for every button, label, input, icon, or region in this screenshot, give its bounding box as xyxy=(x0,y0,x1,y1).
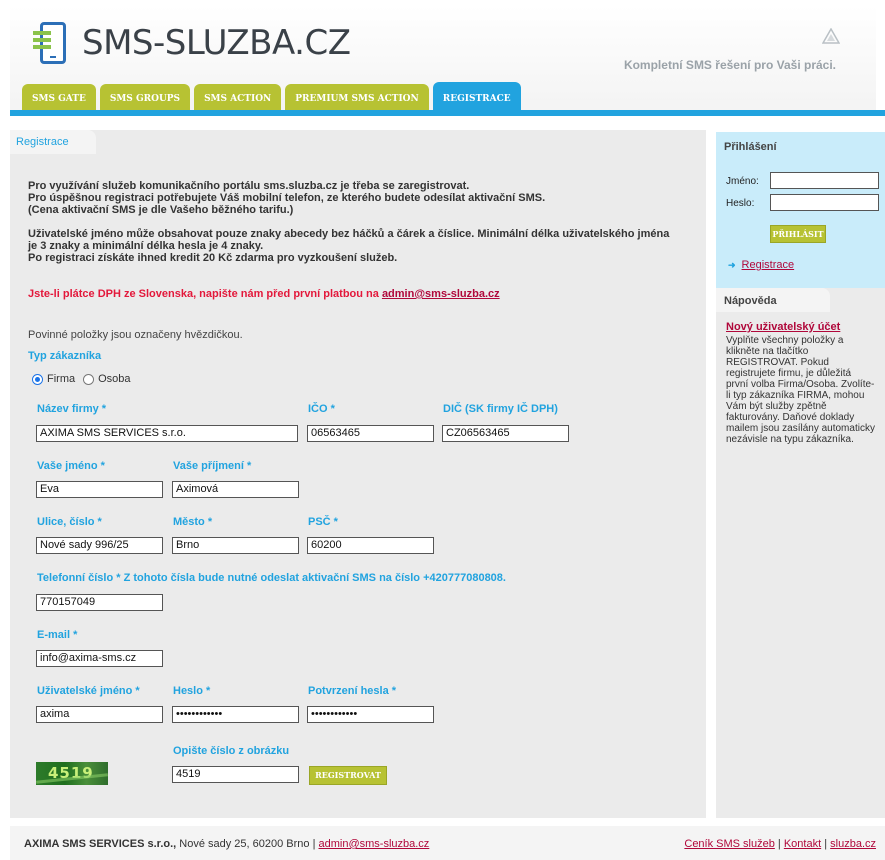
phone-icon xyxy=(33,22,66,64)
login-button[interactable]: PŘIHLÁSIT xyxy=(770,225,826,243)
footer-separator-1: | xyxy=(774,838,784,850)
password-confirm-label: Potvrzení hesla * xyxy=(308,685,397,697)
radio-osoba[interactable] xyxy=(83,373,95,385)
login-box: Přihlášení Jméno: Heslo: PŘIHLÁSIT ➜ Regi… xyxy=(716,132,885,288)
footer-link-contact[interactable]: Kontakt xyxy=(784,838,821,850)
radio-firma[interactable] xyxy=(32,373,43,385)
intro-line-1: Pro využívání služeb komunikačního portá… xyxy=(28,180,470,192)
footer-address: Nové sady 25, 60200 Brno | xyxy=(176,838,319,850)
intro-line-4: Uživatelské jméno může obsahovat pouze z… xyxy=(28,228,670,252)
intro-text: Pro využívání služeb komunikačního portá… xyxy=(28,180,678,276)
footer: AXIMA SMS SERVICES s.r.o., Nové sady 25,… xyxy=(10,826,885,860)
customer-type-radios: Firma Osoba xyxy=(32,373,131,385)
city-input[interactable]: Brno xyxy=(172,537,299,554)
zip-label: PSČ * xyxy=(308,516,338,528)
site-header: SMS-SLUZBA.CZ Kompletní SMS řešení pro V… xyxy=(10,6,876,114)
zip-input[interactable]: 60200 xyxy=(307,537,434,554)
required-note: Povinné položky jsou označeny hvězdičkou… xyxy=(28,329,243,341)
ico-input[interactable]: 06563465 xyxy=(307,425,434,442)
ico-label: IČO * xyxy=(308,403,335,415)
captcha-input[interactable]: 4519 xyxy=(172,766,299,783)
radio-osoba-label: Osoba xyxy=(98,373,131,385)
password-confirm-input[interactable]: •••••••••••• xyxy=(307,706,434,723)
name-input[interactable]: Eva xyxy=(36,481,163,498)
captcha-label: Opište číslo z obrázku xyxy=(173,745,290,757)
help-text: Vyplňte všechny položky a klikněte na tl… xyxy=(726,335,875,445)
password-input[interactable]: •••••••••••• xyxy=(172,706,299,723)
logo-text: SMS-SLUZBA.CZ xyxy=(82,23,351,63)
customer-type-title: Typ zákazníka xyxy=(28,350,102,362)
login-username-label: Jméno: xyxy=(726,176,759,187)
street-input[interactable]: Nové sady 996/25 xyxy=(36,537,163,554)
tagline: Kompletní SMS řešení pro Vaši práci. xyxy=(623,58,836,72)
sidebar: Přihlášení Jméno: Heslo: PŘIHLÁSIT ➜ Regi… xyxy=(716,132,885,818)
password-label: Heslo * xyxy=(173,685,211,697)
captcha-image-text: 4519 xyxy=(48,764,94,782)
intro-line-2: Pro úspěšnou registraci potřebujete Váš … xyxy=(28,192,546,204)
footer-separator-2: | xyxy=(821,838,831,850)
register-button[interactable]: REGISTROVAT xyxy=(309,766,387,785)
login-password-input[interactable] xyxy=(770,194,879,211)
username-input[interactable]: axima xyxy=(36,706,163,723)
footer-links: Ceník SMS služeb | Kontakt | sluzba.cz xyxy=(684,838,876,850)
vat-warning: Jste-li plátce DPH ze Slovenska, napište… xyxy=(28,288,500,300)
help-title: Nápověda xyxy=(716,288,830,312)
help-heading[interactable]: Nový uživatelský účet xyxy=(726,321,840,333)
phone-input[interactable]: 770157049 xyxy=(36,594,163,611)
phone-label: Telefonní číslo * Z tohoto čísla bude nu… xyxy=(37,572,506,584)
username-label: Uživatelské jméno * xyxy=(37,685,140,697)
email-input[interactable]: info@axima-sms.cz xyxy=(36,650,163,667)
street-label: Ulice, číslo * xyxy=(37,516,102,528)
surname-label: Vaše příjmení * xyxy=(173,460,252,472)
dic-label: DIČ (SK firmy IČ DPH) xyxy=(443,403,558,415)
admin-email-link[interactable]: admin@sms-sluzba.cz xyxy=(382,288,500,300)
login-username-input[interactable] xyxy=(770,172,879,189)
city-label: Město * xyxy=(173,516,213,528)
footer-link-site[interactable]: sluzba.cz xyxy=(830,838,876,850)
company-label: Název firmy * xyxy=(37,403,107,415)
footer-email-link[interactable]: admin@sms-sluzba.cz xyxy=(319,838,430,850)
captcha-image: 4519 xyxy=(36,762,108,785)
triangle-logo-icon xyxy=(822,28,840,44)
panel-tab-registrace: Registrace xyxy=(10,130,96,154)
arrow-right-icon: ➜ xyxy=(728,260,736,270)
intro-line-3: (Cena aktivační SMS je dle Vašeho běžnéh… xyxy=(28,204,294,216)
registration-panel: Registrace Pro využívání služeb komunika… xyxy=(10,130,706,818)
footer-link-prices[interactable]: Ceník SMS služeb xyxy=(684,838,774,850)
company-input[interactable]: AXIMA SMS SERVICES s.r.o. xyxy=(36,425,298,442)
radio-firma-label: Firma xyxy=(47,373,76,385)
footer-company: AXIMA SMS SERVICES s.r.o., xyxy=(24,838,177,850)
name-label: Vaše jméno * xyxy=(37,460,105,472)
nav-underline xyxy=(10,110,885,116)
site-logo[interactable]: SMS-SLUZBA.CZ xyxy=(33,22,351,64)
register-link-row: ➜ Registrace xyxy=(728,259,794,271)
surname-input[interactable]: Aximová xyxy=(172,481,299,498)
intro-line-5: Po registraci získáte ihned kredit 20 Kč… xyxy=(28,252,398,264)
footer-contact: AXIMA SMS SERVICES s.r.o., Nové sady 25,… xyxy=(24,838,429,850)
login-title: Přihlášení xyxy=(716,134,830,158)
vat-warning-text: Jste-li plátce DPH ze Slovenska, napište… xyxy=(28,288,382,300)
register-link[interactable]: Registrace xyxy=(742,259,795,271)
login-password-label: Heslo: xyxy=(726,198,755,209)
dic-input[interactable]: CZ06563465 xyxy=(442,425,569,442)
email-label: E-mail * xyxy=(37,629,78,641)
